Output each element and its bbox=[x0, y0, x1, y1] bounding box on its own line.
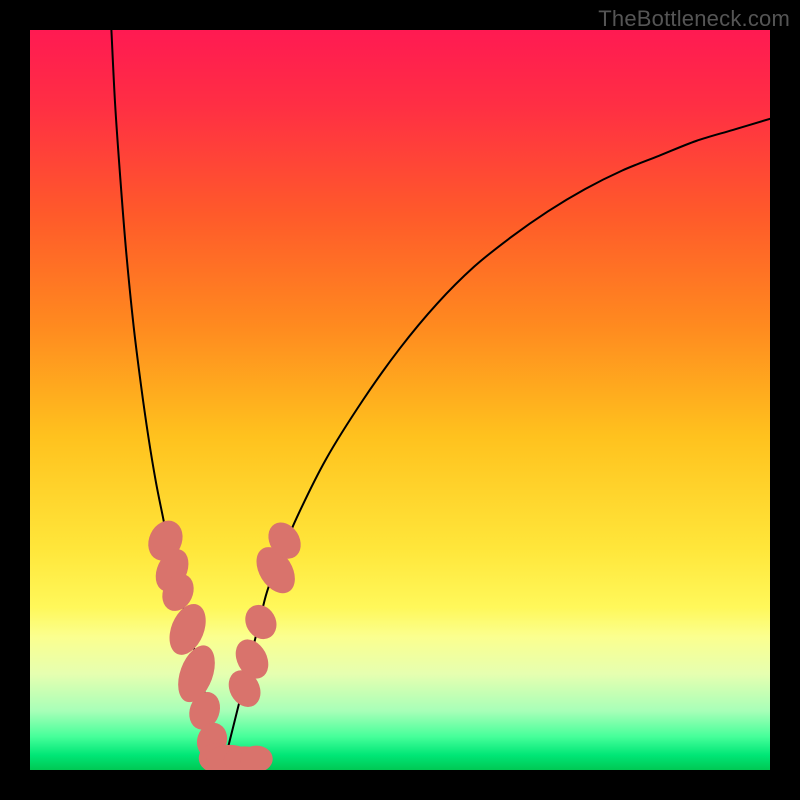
chart-frame: TheBottleneck.com bbox=[0, 0, 800, 800]
watermark-text: TheBottleneck.com bbox=[598, 6, 790, 32]
chart-svg bbox=[30, 30, 770, 770]
gradient-background bbox=[30, 30, 770, 770]
plot-area bbox=[30, 30, 770, 770]
